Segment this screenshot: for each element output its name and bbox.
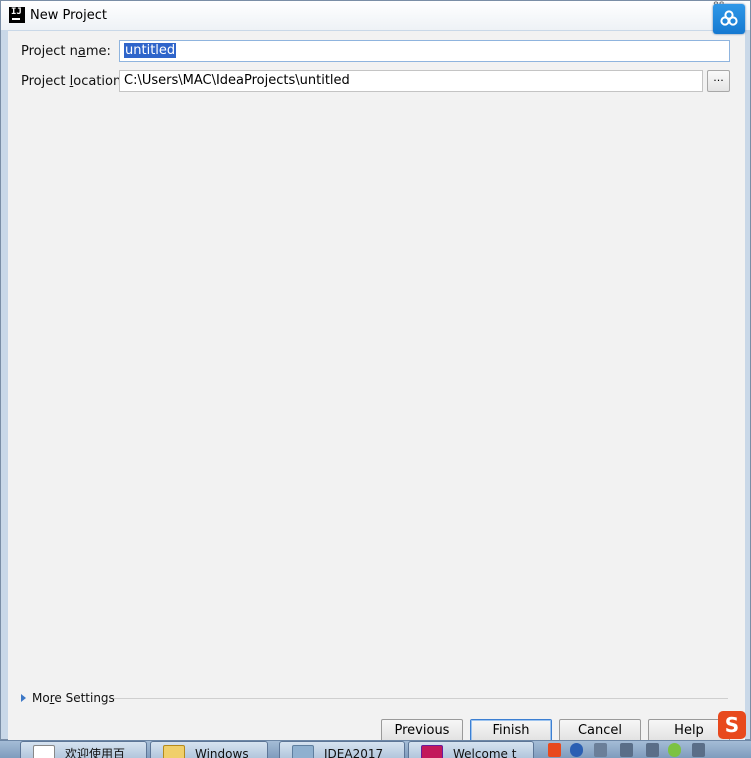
- status-tray-icon[interactable]: [668, 743, 681, 757]
- sogou-tray-icon[interactable]: [548, 743, 561, 757]
- expand-triangle-icon: [21, 694, 26, 702]
- more-settings-label: More Settings: [32, 691, 115, 705]
- display-tray-icon[interactable]: [620, 743, 633, 757]
- more-settings-toggle[interactable]: More Settings: [21, 691, 115, 705]
- taskbar: 欢迎使用百 Windows IDEA2017 Welcome t: [0, 740, 751, 758]
- project-name-label: Project name:: [21, 44, 111, 59]
- project-name-input[interactable]: untitled: [119, 40, 730, 62]
- document-icon: [33, 745, 55, 758]
- device-tray-icon[interactable]: [646, 743, 659, 757]
- divider: [114, 698, 728, 699]
- window-title: New Project: [30, 8, 107, 23]
- help-tray-icon[interactable]: [570, 743, 583, 757]
- browse-button[interactable]: ...: [707, 70, 730, 92]
- volume-tray-icon[interactable]: [692, 743, 705, 757]
- taskbar-item-windows-explorer[interactable]: Windows: [150, 741, 268, 758]
- new-project-window: IJ New Project 88 Project name: untitled…: [0, 0, 751, 743]
- installer-icon: [292, 745, 314, 758]
- title-bar[interactable]: IJ New Project 88: [1, 1, 750, 30]
- taskbar-item-browser[interactable]: 欢迎使用百: [20, 741, 147, 758]
- project-location-input[interactable]: C:\Users\MAC\IdeaProjects\untitled: [119, 70, 703, 92]
- intellij-icon: [421, 745, 443, 758]
- taskbar-item-idea-installer[interactable]: IDEA2017: [279, 741, 405, 758]
- sogou-ime-icon[interactable]: S: [718, 711, 746, 739]
- network-tray-icon[interactable]: [594, 743, 607, 757]
- folder-icon: [163, 745, 185, 758]
- dialog-content: Project name: untitled Project location:…: [8, 31, 745, 743]
- project-location-value: C:\Users\MAC\IdeaProjects\untitled: [124, 73, 350, 88]
- intellij-app-icon: IJ: [9, 7, 25, 23]
- project-name-value: untitled: [124, 43, 177, 58]
- project-location-label: Project location:: [21, 74, 126, 89]
- taskbar-item-intellij-welcome[interactable]: Welcome t: [408, 741, 534, 758]
- cloud-icon: [720, 10, 738, 26]
- cloud-sync-button[interactable]: [713, 4, 745, 34]
